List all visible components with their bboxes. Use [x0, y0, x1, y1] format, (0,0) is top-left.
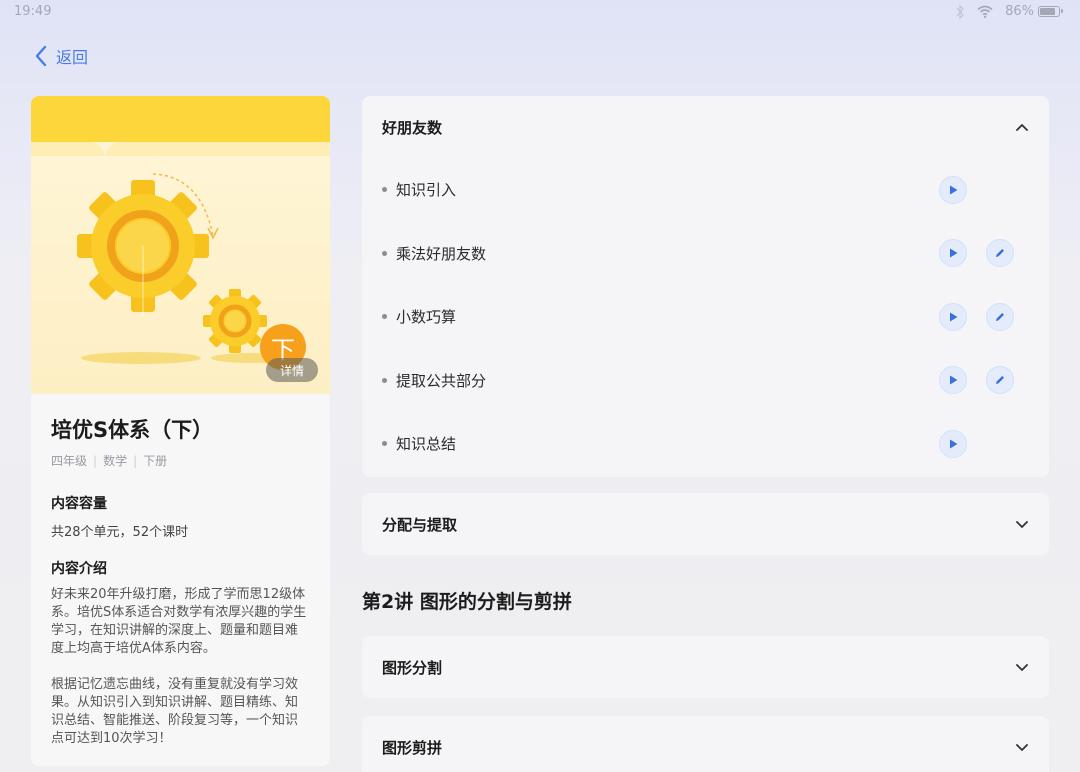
unit-title: 图形分割 — [382, 658, 443, 677]
detail-button[interactable]: 详情 — [266, 358, 318, 382]
bullet-dot — [382, 441, 387, 447]
play-button[interactable] — [939, 429, 967, 458]
course-info: 培优S体系（下） 四年级 | 数学 | 下册 内容容量 共28个单元，52个课时… — [31, 394, 330, 766]
play-icon — [950, 312, 958, 322]
status-right: 86% — [955, 4, 1063, 19]
play-icon — [950, 375, 958, 385]
bullet-dot — [382, 377, 387, 383]
intro-heading: 内容介绍 — [51, 561, 107, 577]
unit-header[interactable]: 好朋友数 — [362, 96, 1049, 158]
chevron-up-icon — [1016, 124, 1028, 131]
course-meta: 四年级 | 数学 | 下册 — [51, 452, 310, 469]
unit-title: 分配与提取 — [382, 515, 458, 534]
lesson-row[interactable]: 小数巧算 — [362, 285, 1049, 349]
bullet-dot — [382, 250, 387, 256]
course-card: 下 详情 培优S体系（下） 四年级 | 数学 | 下册 内容容量 共28个单元，… — [31, 96, 330, 766]
battery-percent: 86% — [1005, 4, 1034, 19]
subject-label: 数学 — [103, 454, 128, 468]
play-icon — [950, 185, 958, 195]
unit-panel: 分配与提取 — [362, 493, 1049, 555]
volume-label: 下册 — [143, 454, 168, 468]
play-icon — [950, 248, 958, 258]
grade-label: 四年级 — [51, 454, 88, 468]
lesson-label: 小数巧算 — [396, 308, 457, 327]
unit-panel: 图形分割 — [362, 636, 1049, 698]
back-label: 返回 — [56, 48, 89, 67]
lesson-label: 提取公共部分 — [396, 371, 487, 390]
course-title: 培优S体系（下） — [51, 418, 214, 442]
unit-title: 好朋友数 — [382, 118, 443, 137]
pencil-icon — [996, 376, 1004, 385]
status-time: 19:49 — [14, 4, 52, 19]
bluetooth-icon — [956, 4, 964, 19]
capacity-text: 共28个单元，52个课时 — [51, 525, 189, 540]
lecture-title: 第2讲 图形的分割与剪拼 — [362, 591, 572, 613]
chevron-down-icon — [1016, 744, 1028, 751]
pencil-icon — [996, 249, 1004, 258]
lesson-row[interactable]: 提取公共部分 — [362, 349, 1049, 413]
play-button[interactable] — [939, 175, 967, 204]
lesson-label: 乘法好朋友数 — [396, 244, 487, 263]
meta-divider: | — [93, 453, 98, 468]
chevron-down-icon — [1016, 521, 1028, 528]
intro-text: 好未来20年升级打磨，形成了学而思12级体系。培优S体系适合对数学有浓厚兴趣的学… — [51, 587, 307, 746]
unit-header[interactable]: 图形分割 — [362, 636, 1049, 698]
exercise-button[interactable] — [986, 302, 1014, 331]
unit-header[interactable]: 分配与提取 — [362, 493, 1049, 555]
capacity-heading: 内容容量 — [51, 496, 107, 512]
bullet-dot — [382, 187, 387, 193]
lesson-row[interactable]: 知识引入 — [362, 158, 1049, 222]
lesson-label: 知识引入 — [396, 181, 457, 200]
battery-icon — [1038, 6, 1063, 17]
wifi-icon — [977, 5, 993, 18]
bullet-dot — [382, 314, 387, 320]
back-button[interactable]: 返回 — [34, 44, 88, 68]
chevron-left-icon — [35, 45, 47, 67]
play-icon — [950, 439, 958, 449]
lesson-label: 知识总结 — [396, 435, 457, 454]
unit-title: 图形剪拼 — [382, 738, 443, 757]
lesson-row[interactable]: 乘法好朋友数 — [362, 222, 1049, 286]
unit-header[interactable]: 图形剪拼 — [362, 716, 1049, 772]
meta-divider: | — [133, 453, 138, 468]
battery: 86% — [1005, 4, 1063, 19]
status-bar: 19:49 86% — [0, 0, 1080, 24]
pencil-icon — [996, 312, 1004, 321]
unit-panel: 图形剪拼 — [362, 716, 1049, 772]
battery-fill — [1040, 8, 1055, 15]
play-button[interactable] — [939, 302, 967, 331]
chevron-down-icon — [1016, 664, 1028, 671]
course-cover[interactable]: 下 详情 — [31, 96, 330, 394]
lesson-row[interactable]: 知识总结 — [362, 412, 1049, 476]
unit-panel: 好朋友数 知识引入 乘法好朋友数 小数巧算 提取公共部分 知识总结 — [362, 96, 1049, 477]
